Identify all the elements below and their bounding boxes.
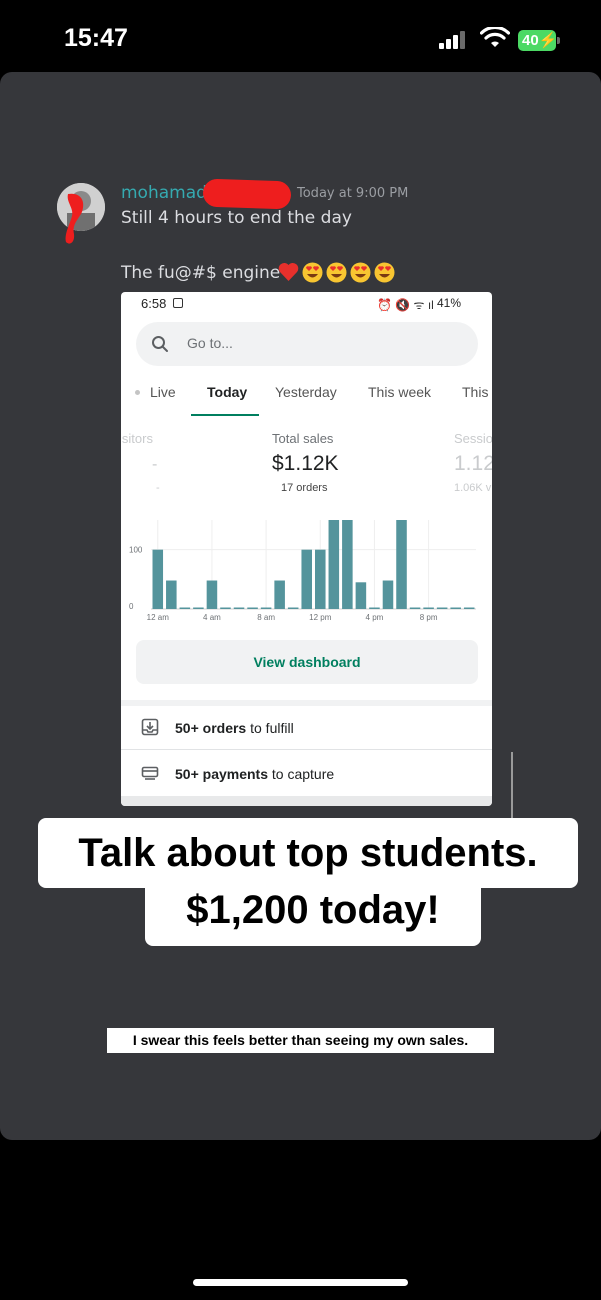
message-timestamp: Today at 9:00 PM bbox=[297, 186, 409, 201]
metric-sales-label: Total sales bbox=[272, 431, 334, 446]
task-description: to fulfill bbox=[246, 720, 294, 736]
chart-bar bbox=[463, 607, 475, 609]
metric-sales-value: $1.12K bbox=[272, 452, 339, 475]
chart-x-tick-label: 8 pm bbox=[420, 613, 438, 622]
task-count: 50+ payments bbox=[175, 766, 268, 782]
payments-icon bbox=[141, 766, 159, 780]
metric-visitors-sub: - bbox=[156, 482, 160, 494]
chart-bar bbox=[193, 607, 204, 609]
screenshot-time: 6:58 bbox=[141, 296, 167, 311]
alarm-mute-signal-icons: ⏰ 🔇 ᯤ ıl bbox=[377, 298, 434, 312]
tab-today[interactable]: Today bbox=[207, 384, 247, 400]
hourly-sales-bar-chart: 0 100 12 am 4 am 8 am 12 pm 4 pm 8 pm bbox=[129, 520, 476, 622]
chart-bar bbox=[369, 607, 380, 609]
chart-bar bbox=[436, 607, 448, 609]
username[interactable]: mohamad bbox=[121, 183, 207, 203]
chart-x-tick-label: 12 pm bbox=[309, 613, 332, 622]
home-indicator[interactable] bbox=[193, 1279, 408, 1286]
tab-yesterday[interactable]: Yesterday bbox=[275, 384, 337, 400]
status-time: 15:47 bbox=[64, 24, 128, 52]
chart-x-tick-label: 8 am bbox=[257, 613, 275, 622]
story-caption-note: I swear this feels better than seeing my… bbox=[107, 1028, 494, 1053]
date-range-tabs: Live Today Yesterday This week This bbox=[121, 374, 492, 418]
fulfill-icon bbox=[141, 718, 159, 736]
metric-sessions-label: Sessio bbox=[454, 431, 492, 446]
task-text: 50+ orders to fulfill bbox=[175, 720, 294, 736]
task-fulfill-orders[interactable]: 50+ orders to fulfill bbox=[121, 706, 492, 750]
chart-bar bbox=[396, 520, 407, 609]
search-icon bbox=[152, 336, 168, 352]
chart-bar bbox=[301, 549, 312, 609]
tab-this-month[interactable]: This bbox=[462, 384, 488, 400]
metric-visitors-label: isitors bbox=[121, 431, 153, 446]
scroll-indicator bbox=[511, 752, 513, 820]
chart-bar bbox=[423, 607, 434, 609]
message-text: Still 4 hours to end the day bbox=[121, 208, 352, 228]
metric-sales-orders: 17 orders bbox=[281, 482, 328, 494]
emoji-row bbox=[278, 262, 395, 284]
heart-eyes-emoji-icon bbox=[302, 262, 323, 283]
chart-bar bbox=[450, 607, 461, 609]
story-caption-amount: $1,200 today! bbox=[145, 878, 481, 946]
chart-bar bbox=[355, 582, 367, 609]
task-capture-payments[interactable]: 50+ payments to capture bbox=[121, 752, 492, 796]
heart-eyes-emoji-icon bbox=[326, 262, 347, 283]
chart-y-tick-label: 100 bbox=[129, 546, 143, 555]
task-text: 50+ payments to capture bbox=[175, 766, 334, 782]
metric-visitors-value: - bbox=[152, 456, 158, 473]
screenshot-bottom-edge bbox=[121, 796, 492, 806]
heart-eyes-emoji-icon bbox=[374, 262, 395, 283]
chart-bar bbox=[409, 607, 421, 609]
chart-bar bbox=[233, 607, 245, 609]
chart-bar bbox=[260, 607, 272, 609]
chart-bar bbox=[247, 607, 258, 609]
wifi-icon bbox=[480, 27, 510, 47]
chart-bar bbox=[274, 580, 285, 609]
chart-bar bbox=[152, 549, 164, 609]
ios-status-bar: 15:47 40⚡ bbox=[0, 0, 601, 70]
screenshot-status-bar: 6:58 ⏰ 🔇 ᯤ ıl 41% bbox=[121, 292, 492, 318]
task-count: 50+ orders bbox=[175, 720, 247, 736]
view-dashboard-button[interactable]: View dashboard bbox=[136, 640, 478, 684]
chart-bar bbox=[328, 520, 340, 609]
chart-bar bbox=[179, 607, 191, 609]
chart-x-tick-label: 4 am bbox=[203, 613, 221, 622]
tab-live[interactable]: Live bbox=[150, 384, 176, 400]
attached-screenshot[interactable]: 6:58 ⏰ 🔇 ᯤ ıl 41% Go to... Live Today Ye… bbox=[121, 292, 492, 806]
message-text: The fu@#$ engine bbox=[121, 263, 281, 283]
task-description: to capture bbox=[268, 766, 335, 782]
search-bar[interactable]: Go to... bbox=[136, 322, 478, 366]
chart-bar bbox=[315, 549, 326, 609]
search-placeholder: Go to... bbox=[187, 335, 233, 351]
chart-x-tick-label: 4 pm bbox=[366, 613, 384, 622]
cellular-signal-icon bbox=[439, 31, 465, 49]
active-tab-underline bbox=[191, 414, 259, 416]
chart-x-tick-label: 12 am bbox=[147, 613, 170, 622]
screenshot-battery: 41% bbox=[437, 296, 462, 310]
metric-sessions-value: 1.12 bbox=[454, 452, 492, 475]
chart-bar bbox=[206, 580, 218, 609]
chart-bar bbox=[382, 580, 394, 609]
chart-bar bbox=[166, 580, 177, 609]
tab-this-week[interactable]: This week bbox=[368, 384, 431, 400]
chart-bar bbox=[287, 607, 299, 609]
avatar-redaction-scribble bbox=[65, 193, 84, 244]
notification-icon bbox=[173, 298, 183, 308]
chart-bar bbox=[342, 520, 353, 609]
charging-bolt-icon: ⚡ bbox=[538, 32, 558, 49]
live-dot-icon bbox=[135, 390, 140, 395]
red-heart-emoji-icon bbox=[278, 262, 299, 281]
metric-sessions-sub: 1.06K v bbox=[454, 482, 492, 494]
chart-bar bbox=[220, 607, 231, 609]
battery-cap bbox=[557, 37, 560, 44]
heart-eyes-emoji-icon bbox=[350, 262, 371, 283]
battery-indicator: 40⚡ bbox=[518, 30, 560, 51]
battery-percent: 40 bbox=[522, 32, 539, 49]
username-redaction bbox=[202, 178, 292, 210]
chart-y-tick-label: 0 bbox=[129, 602, 134, 611]
battery-level: 40⚡ bbox=[518, 30, 558, 51]
